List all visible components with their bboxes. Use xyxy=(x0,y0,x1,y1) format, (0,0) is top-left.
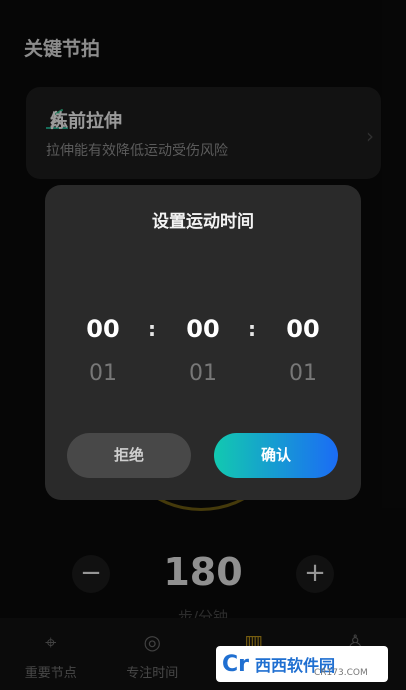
dialog-title: 设置运动时间 xyxy=(152,212,254,232)
hours-next: 01 xyxy=(89,361,117,386)
seconds-picker[interactable]: 00 01 xyxy=(273,315,333,386)
seconds-next: 01 xyxy=(289,361,317,386)
reject-button[interactable]: 拒绝 xyxy=(67,433,191,478)
hours-selected: 00 xyxy=(86,315,120,343)
cr-logo-icon: Cr xyxy=(222,651,249,677)
time-separator: : xyxy=(248,317,256,341)
watermark-sub: CR173.COM xyxy=(314,668,368,678)
time-separator: : xyxy=(148,317,156,341)
site-watermark-logo: Cr 西西软件园 CR173.COM xyxy=(216,646,388,682)
hours-picker[interactable]: 00 01 xyxy=(73,315,133,386)
seconds-selected: 00 xyxy=(286,315,320,343)
minutes-selected: 00 xyxy=(186,315,220,343)
minutes-next: 01 xyxy=(189,361,217,386)
set-exercise-time-dialog: 设置运动时间 00 01 : 00 01 : 00 01 拒绝 确认 xyxy=(45,185,361,500)
confirm-button[interactable]: 确认 xyxy=(214,433,338,478)
minutes-picker[interactable]: 00 01 xyxy=(173,315,233,386)
